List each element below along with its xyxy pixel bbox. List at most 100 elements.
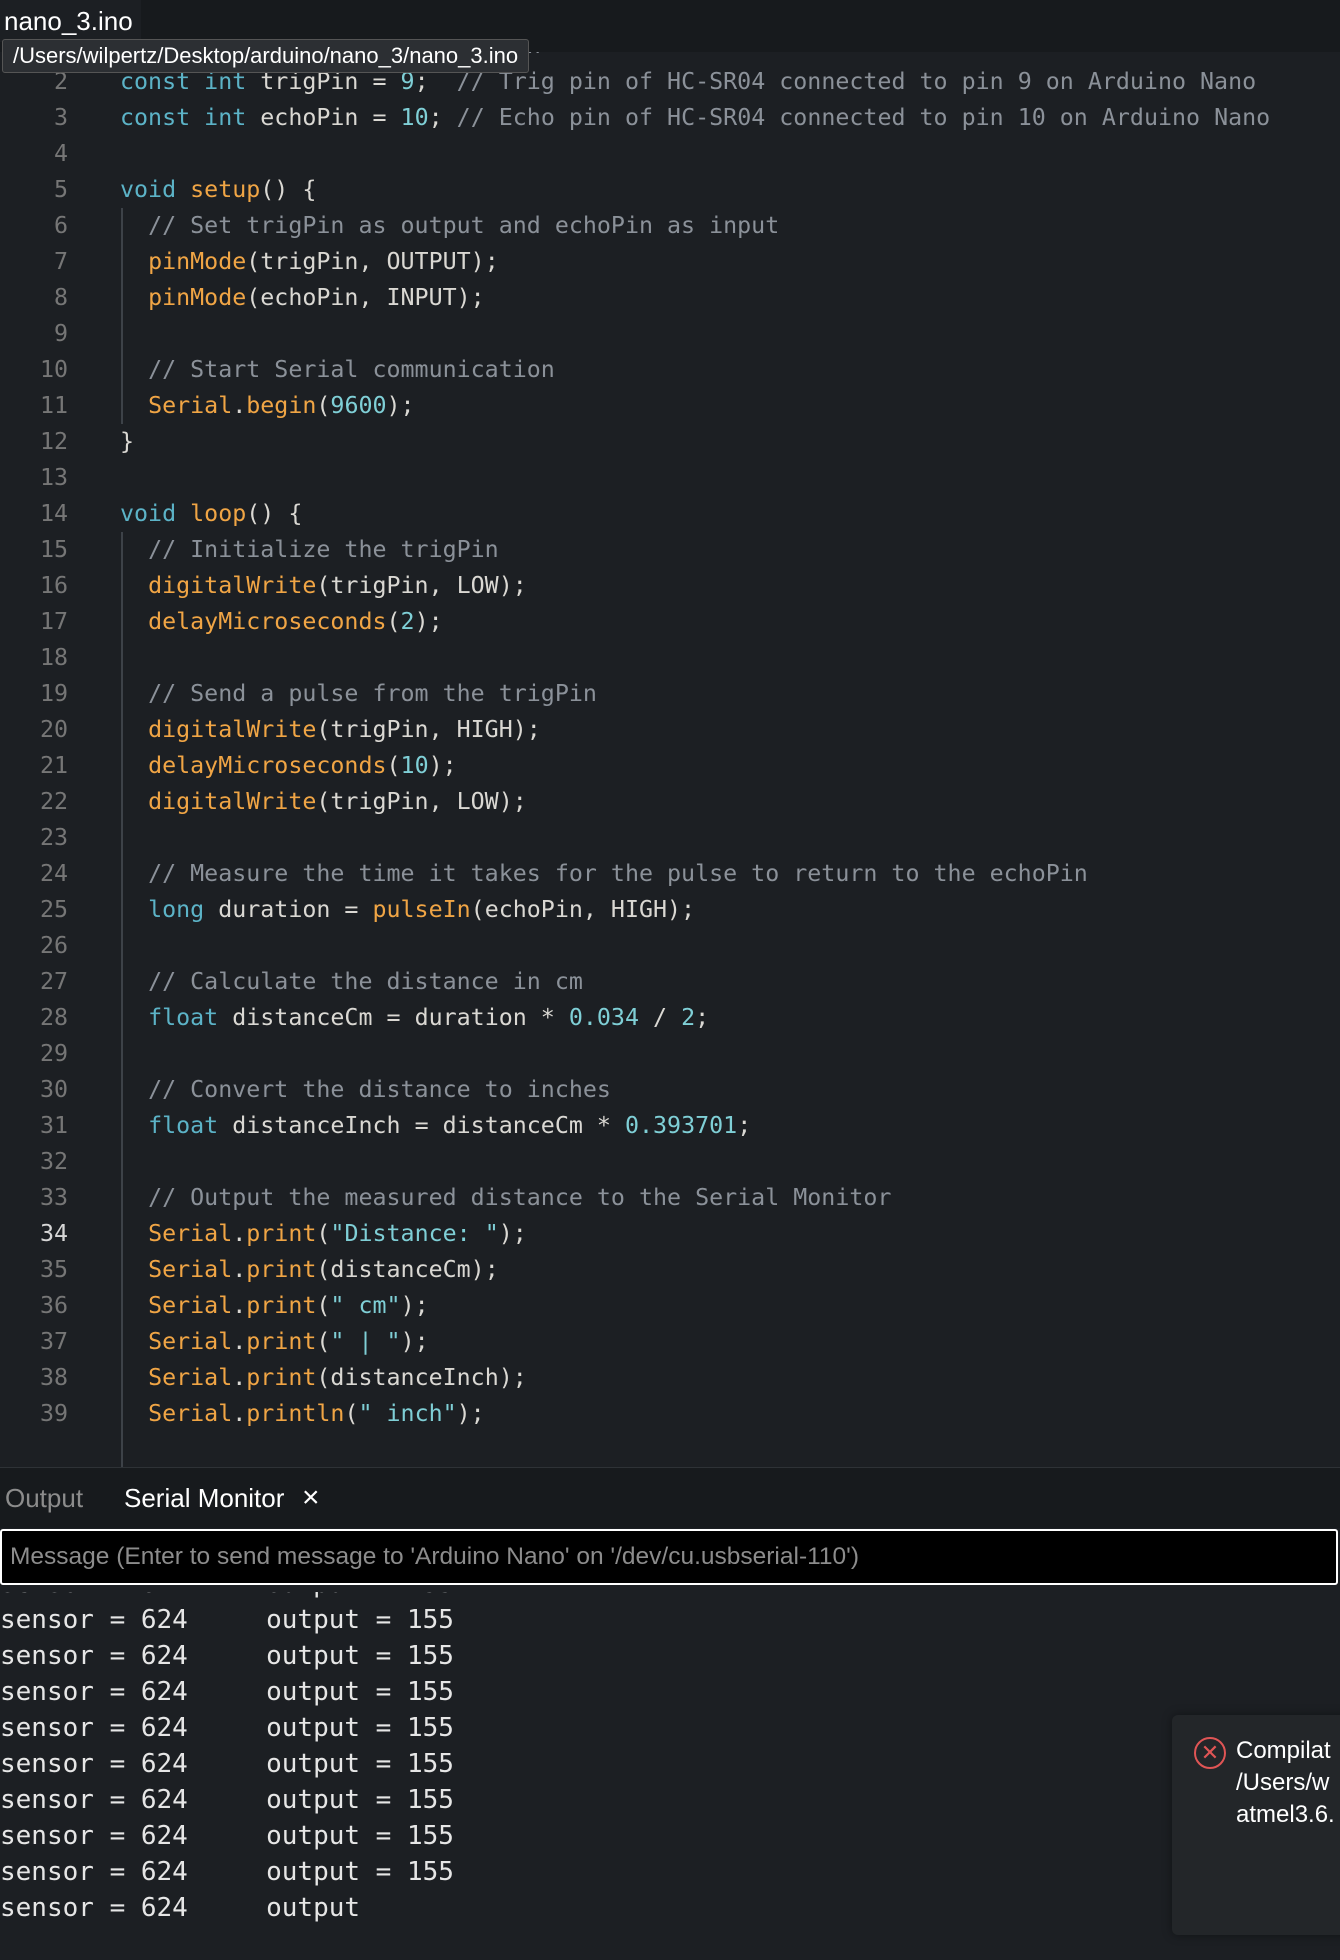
tab-output[interactable]: Output	[5, 1468, 83, 1528]
code-token: digitalWrite	[148, 572, 317, 599]
code-token: int	[204, 104, 247, 131]
code-token: // Calculate the distance in cm	[148, 968, 583, 995]
line-number: 28	[39, 1004, 68, 1031]
code-token: " inch"	[358, 1400, 457, 1427]
code-line: 23	[0, 820, 1340, 856]
code-line: 21 delayMicroseconds(10);	[0, 748, 1340, 784]
code-token: 10	[400, 752, 429, 779]
code-token: // Set trigPin as output and echoPin as …	[148, 212, 780, 239]
code-text: }	[120, 424, 134, 460]
code-text: Serial.print(distanceCm);	[120, 1252, 499, 1288]
code-line: 14 void loop() {	[0, 496, 1340, 532]
code-token: delayMicroseconds	[148, 608, 387, 635]
code-line: 8 pinMode(echoPin, INPUT);	[0, 280, 1340, 316]
code-line: 36 Serial.print(" cm");	[0, 1288, 1340, 1324]
code-token: );	[400, 1328, 429, 1355]
code-token: float	[148, 1112, 219, 1139]
code-token: // Send a pulse from the trigPin	[148, 680, 597, 707]
code-line: 32	[0, 1144, 1340, 1180]
serial-message-input[interactable]	[0, 1529, 1338, 1585]
code-text: digitalWrite(trigPin, LOW);	[120, 568, 527, 604]
code-line: 18	[0, 640, 1340, 676]
code-line: 16 digitalWrite(trigPin, LOW);	[0, 568, 1340, 604]
code-token: pinMode	[148, 284, 247, 311]
code-token: " | "	[330, 1328, 401, 1355]
line-number: 22	[39, 788, 68, 815]
code-line: 3 const int echoPin = 10; // Echo pin of …	[0, 100, 1340, 136]
line-number: 21	[39, 752, 68, 779]
code-token: () {	[260, 176, 317, 203]
code-token: (echoPin, INPUT);	[246, 284, 485, 311]
line-number: 30	[39, 1076, 68, 1103]
serial-line: sensor = 624 output = 155	[0, 1821, 454, 1851]
code-text: Serial.print(distanceInch);	[120, 1360, 527, 1396]
line-number: 38	[39, 1364, 68, 1391]
notification-line: atmel3.6.	[1236, 1801, 1335, 1828]
compilation-error-notification[interactable]: ✕ Compilat /Users/w atmel3.6.	[1172, 1715, 1340, 1935]
code-text: Serial.print("Distance: ");	[120, 1216, 527, 1252]
code-line: 13	[0, 460, 1340, 496]
line-number: 12	[39, 428, 68, 455]
tab-serial-monitor[interactable]: Serial Monitor	[124, 1468, 284, 1528]
file-tab[interactable]: nano_3.ino	[0, 0, 141, 42]
serial-output[interactable]: sensor = 624 output = 155 sensor = 624 ou…	[0, 1592, 1340, 1960]
line-number: 32	[39, 1148, 68, 1175]
code-token: 10	[400, 104, 429, 131]
code-text: float distanceInch = distanceCm * 0.3937…	[120, 1108, 751, 1144]
code-text: delayMicroseconds(10);	[120, 748, 457, 784]
code-token: 2	[681, 1004, 696, 1031]
code-token: begin	[246, 392, 317, 419]
code-token: ;	[428, 104, 457, 131]
code-token: (	[386, 752, 401, 779]
line-number: 26	[39, 932, 68, 959]
line-number: 34	[39, 1220, 68, 1247]
line-number: 9	[53, 320, 68, 347]
code-text: void setup() {	[120, 172, 316, 208]
serial-line: sensor = 624 output = 155	[0, 1592, 454, 1602]
code-token: (	[386, 608, 401, 635]
code-token: pinMode	[148, 248, 247, 275]
code-token: // Trig pin of HC-SR04 connected to pin …	[456, 68, 1257, 95]
code-line: 15 // Initialize the trigPin	[0, 532, 1340, 568]
line-number: 7	[53, 248, 68, 275]
line-number: 27	[39, 968, 68, 995]
code-token: Serial	[148, 392, 233, 419]
code-token: 9600	[330, 392, 387, 419]
code-line: 20 digitalWrite(trigPin, HIGH);	[0, 712, 1340, 748]
code-token: () {	[246, 500, 303, 527]
code-line: 33 // Output the measured distance to th…	[0, 1180, 1340, 1216]
code-token: );	[456, 1400, 485, 1427]
close-serial-monitor-icon[interactable]: ×	[302, 1468, 320, 1528]
line-number: 18	[39, 644, 68, 671]
line-number: 23	[39, 824, 68, 851]
code-token: // Measure the time it takes for the pul…	[148, 860, 1088, 887]
code-line: 5 void setup() {	[0, 172, 1340, 208]
code-token: digitalWrite	[148, 788, 317, 815]
line-number: 15	[39, 536, 68, 563]
serial-line: sensor = 624 output	[0, 1893, 361, 1923]
serial-line: sensor = 624 output = 155	[0, 1677, 454, 1707]
error-circle-icon: ✕	[1194, 1737, 1226, 1769]
code-token: (	[316, 1292, 331, 1319]
code-editor[interactable]: // Declare pins for connection2const int…	[0, 52, 1340, 1467]
code-token: pulseIn	[372, 896, 471, 923]
indent-guide	[121, 532, 123, 1467]
code-text: Serial.begin(9600);	[120, 388, 415, 424]
code-line: 17 delayMicroseconds(2);	[0, 604, 1340, 640]
line-number: 17	[39, 608, 68, 635]
code-token: ;	[695, 1004, 710, 1031]
code-token: loop	[190, 500, 247, 527]
bottom-panel-tabs: Output Serial Monitor ×	[0, 1467, 1340, 1528]
